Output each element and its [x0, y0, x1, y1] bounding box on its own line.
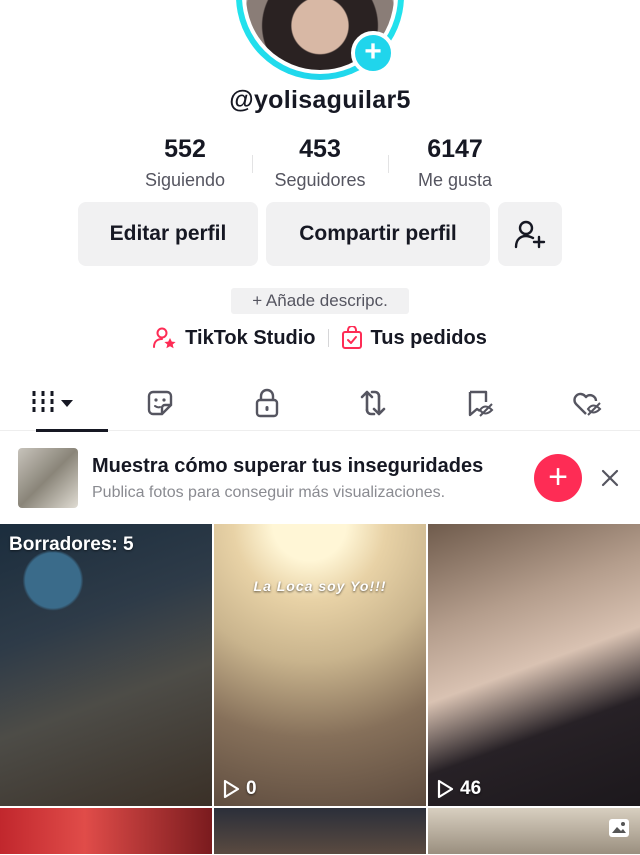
promo-subtitle: Publica fotos para conseguir más visuali…	[92, 483, 446, 501]
tab-liked[interactable]	[533, 375, 640, 430]
sticker-icon	[147, 390, 173, 415]
shopping-bag-icon	[341, 326, 362, 349]
tab-reposts[interactable]	[320, 375, 427, 430]
view-count-value: 0	[246, 778, 257, 799]
drafts-tile[interactable]: Borradores: 5	[0, 524, 212, 806]
add-user-icon	[514, 220, 546, 249]
profile-actions: Editar perfil Compartir perfil	[78, 202, 562, 266]
view-count: 46	[436, 778, 481, 800]
video-grid: Borradores: 5 La Loca soy Yo!!! 0 46	[0, 524, 640, 854]
stat-divider	[252, 155, 253, 173]
video-tile[interactable]	[0, 808, 212, 854]
orders-link[interactable]: Tus pedidos	[341, 326, 487, 350]
add-friend-button[interactable]	[498, 202, 562, 266]
play-icon	[437, 779, 454, 799]
edit-profile-button[interactable]: Editar perfil	[78, 202, 258, 266]
links-row: TikTok Studio Tus pedidos	[0, 326, 640, 350]
stat-followers[interactable]: 453 Seguidores	[255, 135, 385, 191]
tiktok-studio-label: TikTok Studio	[185, 326, 316, 349]
username: @yolisaguilar5	[229, 86, 411, 114]
video-tile[interactable]	[214, 808, 426, 854]
add-story-plus-icon[interactable]: +	[351, 31, 395, 75]
tab-private[interactable]	[213, 375, 320, 430]
promo-banner[interactable]: Muestra cómo superar tus inseguridades P…	[0, 432, 640, 524]
play-icon	[223, 779, 240, 799]
add-bio-button[interactable]: + Añade descripc.	[231, 288, 409, 314]
photo-icon	[609, 819, 629, 837]
lock-icon	[255, 388, 278, 417]
followers-count: 453	[299, 135, 341, 163]
tiktok-studio-link[interactable]: TikTok Studio	[153, 326, 316, 350]
profile-tabs	[0, 375, 640, 432]
liked-hidden-icon	[572, 392, 602, 416]
followers-label: Seguidores	[274, 170, 366, 190]
following-count: 552	[164, 135, 206, 163]
tab-stickers[interactable]	[107, 375, 214, 430]
video-tile[interactable]	[428, 808, 640, 854]
promo-create-button[interactable]: +	[534, 454, 582, 502]
stat-following[interactable]: 552 Siguiendo	[120, 135, 250, 191]
following-label: Siguiendo	[144, 170, 226, 190]
close-icon[interactable]	[600, 468, 620, 488]
stat-divider	[388, 155, 389, 173]
tab-videos[interactable]	[0, 375, 108, 432]
promo-title: Muestra cómo superar tus inseguridades	[92, 454, 484, 477]
repost-icon	[361, 390, 386, 415]
video-caption: La Loca soy Yo!!!	[253, 578, 387, 594]
likes-count: 6147	[427, 135, 483, 163]
view-count-value: 46	[460, 778, 482, 799]
stats-row: 552 Siguiendo 453 Seguidores 6147 Me gus…	[120, 135, 520, 191]
bookmark-hidden-icon	[468, 390, 494, 417]
likes-label: Me gusta	[417, 170, 493, 190]
view-count: 0	[222, 778, 257, 800]
video-tile[interactable]: La Loca soy Yo!!! 0	[214, 524, 426, 806]
orders-label: Tus pedidos	[370, 326, 487, 349]
video-tile[interactable]: 46	[428, 524, 640, 806]
drafts-label: Borradores: 5	[9, 534, 134, 555]
promo-thumbnail	[18, 448, 78, 508]
link-separator	[327, 329, 329, 347]
stat-likes[interactable]: 6147 Me gusta	[390, 135, 520, 191]
videos-grid-icon	[32, 390, 74, 415]
tab-favorites[interactable]	[427, 375, 534, 430]
studio-icon	[153, 327, 176, 349]
share-profile-button[interactable]: Compartir perfil	[266, 202, 490, 266]
